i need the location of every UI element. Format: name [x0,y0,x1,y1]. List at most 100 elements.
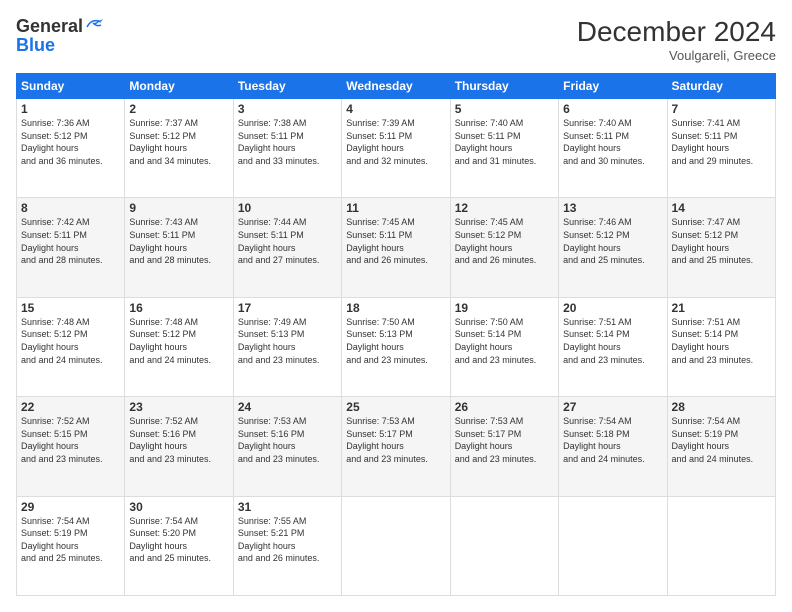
day-number: 4 [346,102,445,116]
day-number: 18 [346,301,445,315]
table-row [450,496,558,595]
day-number: 29 [21,500,120,514]
day-info: Sunrise: 7:43 AMSunset: 5:11 PMDaylight … [129,216,228,266]
table-row: 19 Sunrise: 7:50 AMSunset: 5:14 PMDaylig… [450,297,558,396]
day-number: 3 [238,102,337,116]
day-info: Sunrise: 7:54 AMSunset: 5:19 PMDaylight … [672,415,771,465]
table-row: 16 Sunrise: 7:48 AMSunset: 5:12 PMDaylig… [125,297,233,396]
day-info: Sunrise: 7:50 AMSunset: 5:13 PMDaylight … [346,316,445,366]
day-info: Sunrise: 7:36 AMSunset: 5:12 PMDaylight … [21,117,120,167]
table-row [667,496,775,595]
calendar-header-row: SundayMondayTuesdayWednesdayThursdayFrid… [17,74,776,99]
day-number: 23 [129,400,228,414]
calendar-week-row: 29 Sunrise: 7:54 AMSunset: 5:19 PMDaylig… [17,496,776,595]
day-info: Sunrise: 7:42 AMSunset: 5:11 PMDaylight … [21,216,120,266]
day-number: 22 [21,400,120,414]
day-info: Sunrise: 7:45 AMSunset: 5:11 PMDaylight … [346,216,445,266]
logo-blue: Blue [16,35,103,56]
day-info: Sunrise: 7:50 AMSunset: 5:14 PMDaylight … [455,316,554,366]
day-number: 10 [238,201,337,215]
table-row: 1 Sunrise: 7:36 AMSunset: 5:12 PMDayligh… [17,99,125,198]
day-number: 28 [672,400,771,414]
table-row: 14 Sunrise: 7:47 AMSunset: 5:12 PMDaylig… [667,198,775,297]
table-row: 10 Sunrise: 7:44 AMSunset: 5:11 PMDaylig… [233,198,341,297]
day-info: Sunrise: 7:51 AMSunset: 5:14 PMDaylight … [563,316,662,366]
day-number: 7 [672,102,771,116]
table-row: 15 Sunrise: 7:48 AMSunset: 5:12 PMDaylig… [17,297,125,396]
day-number: 24 [238,400,337,414]
table-row: 6 Sunrise: 7:40 AMSunset: 5:11 PMDayligh… [559,99,667,198]
calendar-week-row: 8 Sunrise: 7:42 AMSunset: 5:11 PMDayligh… [17,198,776,297]
calendar-week-row: 1 Sunrise: 7:36 AMSunset: 5:12 PMDayligh… [17,99,776,198]
day-info: Sunrise: 7:54 AMSunset: 5:18 PMDaylight … [563,415,662,465]
day-number: 31 [238,500,337,514]
table-row: 3 Sunrise: 7:38 AMSunset: 5:11 PMDayligh… [233,99,341,198]
day-number: 5 [455,102,554,116]
col-header-friday: Friday [559,74,667,99]
day-number: 25 [346,400,445,414]
day-info: Sunrise: 7:53 AMSunset: 5:17 PMDaylight … [455,415,554,465]
page: General Blue December 2024 Voulgareli, G… [0,0,792,612]
day-number: 26 [455,400,554,414]
header: General Blue December 2024 Voulgareli, G… [16,16,776,63]
day-number: 20 [563,301,662,315]
day-info: Sunrise: 7:48 AMSunset: 5:12 PMDaylight … [21,316,120,366]
day-number: 11 [346,201,445,215]
table-row: 13 Sunrise: 7:46 AMSunset: 5:12 PMDaylig… [559,198,667,297]
day-number: 27 [563,400,662,414]
table-row: 23 Sunrise: 7:52 AMSunset: 5:16 PMDaylig… [125,397,233,496]
table-row: 11 Sunrise: 7:45 AMSunset: 5:11 PMDaylig… [342,198,450,297]
month-title: December 2024 [577,16,776,48]
calendar-week-row: 15 Sunrise: 7:48 AMSunset: 5:12 PMDaylig… [17,297,776,396]
table-row: 25 Sunrise: 7:53 AMSunset: 5:17 PMDaylig… [342,397,450,496]
day-info: Sunrise: 7:53 AMSunset: 5:16 PMDaylight … [238,415,337,465]
table-row: 30 Sunrise: 7:54 AMSunset: 5:20 PMDaylig… [125,496,233,595]
day-number: 1 [21,102,120,116]
logo-general: General [16,16,83,37]
table-row [559,496,667,595]
day-number: 13 [563,201,662,215]
day-info: Sunrise: 7:39 AMSunset: 5:11 PMDaylight … [346,117,445,167]
table-row: 21 Sunrise: 7:51 AMSunset: 5:14 PMDaylig… [667,297,775,396]
table-row: 31 Sunrise: 7:55 AMSunset: 5:21 PMDaylig… [233,496,341,595]
day-info: Sunrise: 7:52 AMSunset: 5:16 PMDaylight … [129,415,228,465]
day-info: Sunrise: 7:54 AMSunset: 5:20 PMDaylight … [129,515,228,565]
day-number: 12 [455,201,554,215]
table-row: 24 Sunrise: 7:53 AMSunset: 5:16 PMDaylig… [233,397,341,496]
day-number: 15 [21,301,120,315]
day-number: 9 [129,201,228,215]
day-number: 2 [129,102,228,116]
day-number: 17 [238,301,337,315]
logo-bird-icon [85,17,103,31]
location: Voulgareli, Greece [577,48,776,63]
day-info: Sunrise: 7:51 AMSunset: 5:14 PMDaylight … [672,316,771,366]
col-header-tuesday: Tuesday [233,74,341,99]
col-header-saturday: Saturday [667,74,775,99]
calendar-table: SundayMondayTuesdayWednesdayThursdayFrid… [16,73,776,596]
day-info: Sunrise: 7:46 AMSunset: 5:12 PMDaylight … [563,216,662,266]
day-number: 16 [129,301,228,315]
day-info: Sunrise: 7:47 AMSunset: 5:12 PMDaylight … [672,216,771,266]
title-area: December 2024 Voulgareli, Greece [577,16,776,63]
day-info: Sunrise: 7:48 AMSunset: 5:12 PMDaylight … [129,316,228,366]
col-header-wednesday: Wednesday [342,74,450,99]
day-info: Sunrise: 7:45 AMSunset: 5:12 PMDaylight … [455,216,554,266]
table-row: 27 Sunrise: 7:54 AMSunset: 5:18 PMDaylig… [559,397,667,496]
day-info: Sunrise: 7:40 AMSunset: 5:11 PMDaylight … [455,117,554,167]
table-row: 7 Sunrise: 7:41 AMSunset: 5:11 PMDayligh… [667,99,775,198]
day-number: 8 [21,201,120,215]
day-info: Sunrise: 7:37 AMSunset: 5:12 PMDaylight … [129,117,228,167]
day-info: Sunrise: 7:44 AMSunset: 5:11 PMDaylight … [238,216,337,266]
col-header-thursday: Thursday [450,74,558,99]
table-row: 4 Sunrise: 7:39 AMSunset: 5:11 PMDayligh… [342,99,450,198]
day-number: 21 [672,301,771,315]
col-header-monday: Monday [125,74,233,99]
day-info: Sunrise: 7:49 AMSunset: 5:13 PMDaylight … [238,316,337,366]
table-row: 12 Sunrise: 7:45 AMSunset: 5:12 PMDaylig… [450,198,558,297]
col-header-sunday: Sunday [17,74,125,99]
calendar-week-row: 22 Sunrise: 7:52 AMSunset: 5:15 PMDaylig… [17,397,776,496]
table-row: 29 Sunrise: 7:54 AMSunset: 5:19 PMDaylig… [17,496,125,595]
day-info: Sunrise: 7:40 AMSunset: 5:11 PMDaylight … [563,117,662,167]
day-info: Sunrise: 7:41 AMSunset: 5:11 PMDaylight … [672,117,771,167]
day-info: Sunrise: 7:52 AMSunset: 5:15 PMDaylight … [21,415,120,465]
